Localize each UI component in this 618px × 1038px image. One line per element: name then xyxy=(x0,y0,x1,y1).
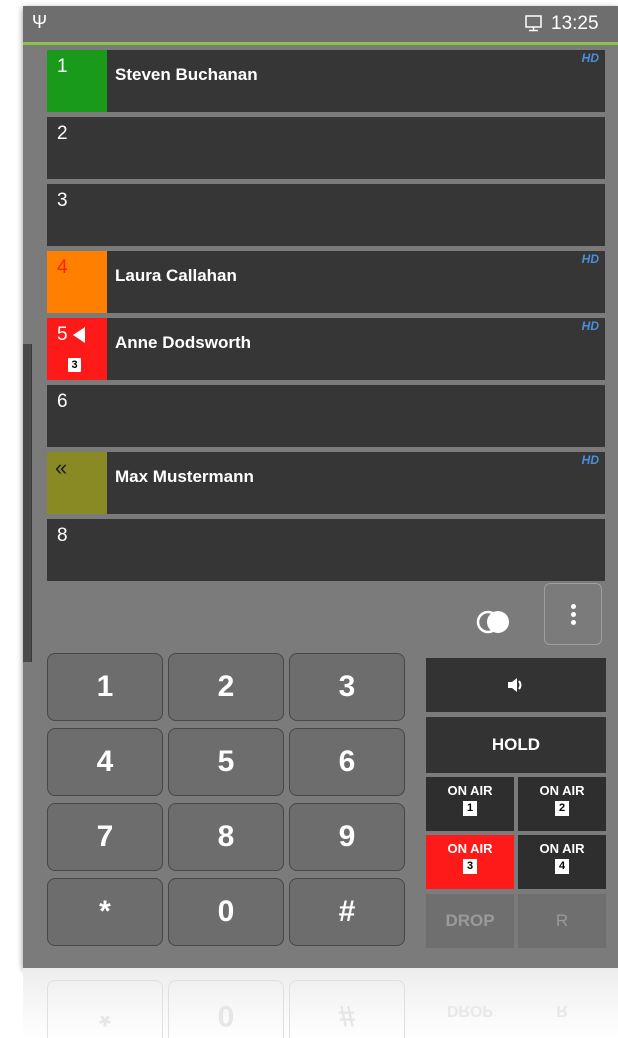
key-1[interactable]: 1 xyxy=(47,653,163,721)
on-air-label: ON AIR xyxy=(447,783,493,798)
hold-button[interactable]: HOLD xyxy=(426,717,606,773)
reflection-key-star: * xyxy=(47,980,163,1038)
line-number: 3 xyxy=(57,190,68,211)
on-air-label: ON AIR xyxy=(447,841,493,856)
key-4[interactable]: 4 xyxy=(47,728,163,796)
line-3[interactable]: 3 xyxy=(47,184,605,246)
key-9[interactable]: 9 xyxy=(289,803,405,871)
status-clock: 13:25 xyxy=(551,13,599,34)
caller-name: Max Mustermann xyxy=(115,467,254,486)
speaker-button[interactable] xyxy=(426,658,606,712)
status-bar: Ψ 13:25 xyxy=(23,6,618,45)
caller-name: Laura Callahan xyxy=(115,266,237,285)
reflection-r: R xyxy=(556,1002,568,1019)
key-hash[interactable]: # xyxy=(289,878,405,946)
on-air-number: 3 xyxy=(463,859,477,874)
on-air-4-button[interactable]: ON AIR 4 xyxy=(518,835,606,889)
key-2[interactable]: 2 xyxy=(168,653,284,721)
line-status-indicator: « xyxy=(47,452,107,514)
hd-badge: HD xyxy=(581,453,599,467)
line-8[interactable]: 8 xyxy=(47,519,605,581)
key-star[interactable]: * xyxy=(47,878,163,946)
line-status-indicator: 5 3 xyxy=(47,318,107,380)
reflection-drop: DROP xyxy=(446,1002,494,1019)
line-number: 8 xyxy=(57,525,68,546)
key-8[interactable]: 8 xyxy=(168,803,284,871)
toggle-circles-icon[interactable] xyxy=(476,610,512,634)
phone-screen: Ψ 13:25 1 Steven Buchanan HD 2 3 4 Laura… xyxy=(23,6,618,968)
caller-name: Steven Buchanan xyxy=(115,65,258,84)
key-0[interactable]: 0 xyxy=(168,878,284,946)
line-status-indicator: 4 xyxy=(47,251,107,313)
caller-name: Anne Dodsworth xyxy=(115,333,251,352)
queue-badge: 3 xyxy=(68,358,81,372)
on-air-label: ON AIR xyxy=(539,783,585,798)
on-air-1-button[interactable]: ON AIR 1 xyxy=(426,777,514,831)
line-number: 2 xyxy=(57,123,68,144)
side-drawer-handle[interactable] xyxy=(23,344,32,662)
on-air-label: ON AIR xyxy=(539,841,585,856)
drop-button[interactable]: DROP xyxy=(426,894,514,948)
on-air-number: 2 xyxy=(555,801,569,816)
reflection-key-0: 0 xyxy=(168,980,284,1038)
arrow-left-icon xyxy=(73,327,85,343)
line-number: 4 xyxy=(57,257,68,278)
speaker-icon xyxy=(508,678,522,692)
key-3[interactable]: 3 xyxy=(289,653,405,721)
line-number: 6 xyxy=(57,391,68,412)
key-5[interactable]: 5 xyxy=(168,728,284,796)
screen-reflection: * 0 # DROP R xyxy=(23,968,618,1038)
on-air-number: 1 xyxy=(463,801,477,816)
usb-icon: Ψ xyxy=(32,12,48,32)
hd-badge: HD xyxy=(581,252,599,266)
key-6[interactable]: 6 xyxy=(289,728,405,796)
double-chevron-left-icon: « xyxy=(55,455,68,480)
line-number: 5 xyxy=(57,324,68,345)
on-air-2-button[interactable]: ON AIR 2 xyxy=(518,777,606,831)
on-air-3-button[interactable]: ON AIR 3 xyxy=(426,835,514,889)
on-air-number: 4 xyxy=(555,859,569,874)
key-7[interactable]: 7 xyxy=(47,803,163,871)
line-7[interactable]: « Max Mustermann HD xyxy=(47,452,605,514)
line-number: 1 xyxy=(57,56,68,77)
more-options-button[interactable] xyxy=(544,583,602,645)
reflection-key-hash: # xyxy=(289,980,405,1038)
line-1[interactable]: 1 Steven Buchanan HD xyxy=(47,50,605,112)
hd-badge: HD xyxy=(581,51,599,65)
r-button[interactable]: R xyxy=(518,894,606,948)
screen-icon xyxy=(525,15,542,32)
line-status-indicator: 1 xyxy=(47,50,107,112)
line-6[interactable]: 6 xyxy=(47,385,605,447)
line-4[interactable]: 4 Laura Callahan HD xyxy=(47,251,605,313)
line-5[interactable]: 5 3 Anne Dodsworth HD xyxy=(47,318,605,380)
line-2[interactable]: 2 xyxy=(47,117,605,179)
hd-badge: HD xyxy=(581,319,599,333)
